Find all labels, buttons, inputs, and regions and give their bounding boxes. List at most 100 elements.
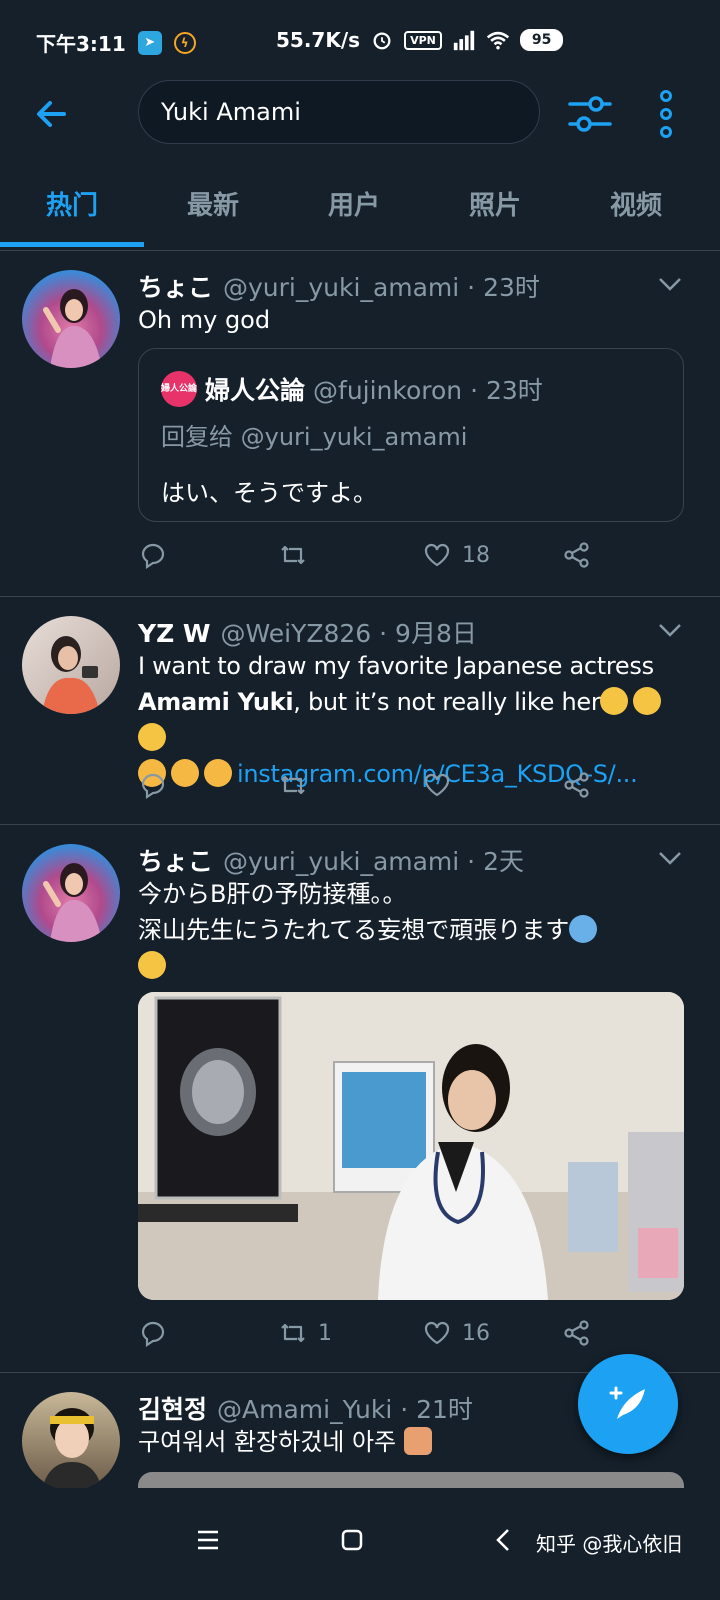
quoted-tweet-text: はい、そうですよ。 <box>161 479 377 507</box>
status-time: 下午3:11 <box>36 32 126 56</box>
compose-tweet-button[interactable] <box>578 1354 678 1454</box>
arrow-left-icon <box>37 101 66 127</box>
doctor-photo <box>138 992 684 1300</box>
person-gesturing-emoji <box>403 1427 432 1455</box>
quoted-tweet[interactable]: 婦人公論 婦人公論 @fujinkoron · 23时 回复给 @yuri_yu… <box>138 348 684 522</box>
author-name[interactable]: YZ W <box>138 619 211 648</box>
tweet-actions <box>138 770 618 810</box>
reply-icon <box>141 1321 165 1348</box>
tab-label: 最新 <box>186 191 239 221</box>
avatar[interactable] <box>22 844 120 942</box>
avatar[interactable] <box>22 1392 120 1488</box>
tweet-actions: 18 <box>138 540 618 580</box>
tab-top[interactable]: 热门 <box>0 170 144 247</box>
more-vertical-icon <box>660 90 672 138</box>
alarm-icon <box>370 28 394 52</box>
author-name[interactable]: 김현정 <box>138 1390 207 1426</box>
share-button[interactable] <box>562 770 592 800</box>
like-icon <box>424 1321 450 1345</box>
like-icon <box>424 543 450 567</box>
author-name[interactable]: ちょこ <box>138 268 213 304</box>
tweet-media-image[interactable] <box>138 1472 684 1488</box>
retweet-icon <box>281 545 305 565</box>
watermark: 知乎 @我心依旧 <box>536 1532 683 1556</box>
telegram-icon: ➤ <box>137 30 162 55</box>
author-handle-time: @WeiYZ826 · 9月8日 <box>220 619 477 648</box>
status-bar: 下午3:11 ➤ ϟ 55.7K/s VPN 95 <box>0 0 720 80</box>
reply-button[interactable] <box>138 770 168 800</box>
tab-people[interactable]: 用户 <box>282 170 426 246</box>
search-header: Yuki Amami <box>0 80 720 150</box>
tweet-header: ちょこ @yuri_yuki_amami · 23时 <box>138 268 540 304</box>
tweet-card[interactable]: YZ W @WeiYZ826 · 9月8日 I want to draw my … <box>0 596 720 825</box>
square-icon <box>341 1529 363 1551</box>
filter-icon <box>568 96 612 132</box>
chevron-down-icon[interactable] <box>656 848 684 868</box>
reply-button[interactable] <box>138 540 168 570</box>
tab-videos[interactable]: 视频 <box>564 170 708 246</box>
back-nav-button[interactable] <box>480 1516 528 1564</box>
chevron-left-icon <box>496 1529 509 1551</box>
retweet-button[interactable] <box>278 770 308 800</box>
tweet-media-image[interactable] <box>138 992 684 1300</box>
menu-icon <box>198 1530 218 1550</box>
avatar[interactable] <box>22 616 120 714</box>
smiling-face-with-hearts-emoji <box>138 951 166 979</box>
share-icon <box>564 542 589 568</box>
home-nav-button[interactable] <box>328 1516 376 1564</box>
tweet-header: YZ W @WeiYZ826 · 9月8日 <box>138 614 477 650</box>
share-button[interactable] <box>562 1318 592 1348</box>
reply-button[interactable] <box>138 1318 168 1348</box>
author-name[interactable]: ちょこ <box>138 842 213 878</box>
tweet-text-part: I want to draw my favorite Japanese actr… <box>138 652 654 680</box>
chevron-down-icon[interactable] <box>656 274 684 294</box>
tab-label: 视频 <box>609 191 662 221</box>
cold-face-emoji <box>569 915 598 943</box>
tab-latest[interactable]: 最新 <box>141 170 285 246</box>
menu-nav-button[interactable] <box>184 1516 232 1564</box>
tweet-text-highlight: Amami Yuki <box>138 688 294 716</box>
woozy-face-emoji <box>138 723 166 751</box>
retweet-icon <box>281 775 305 795</box>
chevron-down-icon[interactable] <box>656 620 684 640</box>
tweet-header: ちょこ @yuri_yuki_amami · 2天 <box>138 842 524 878</box>
compose-icon <box>609 1386 645 1419</box>
search-query: Yuki Amami <box>161 98 301 126</box>
reply-icon <box>141 773 165 800</box>
signal-icon <box>452 28 476 52</box>
share-icon <box>564 1320 589 1346</box>
like-count: 16 <box>462 1320 490 1346</box>
battery-indicator: 95 <box>519 29 564 51</box>
avatar[interactable] <box>22 270 120 368</box>
tweet-card[interactable]: ちょこ @yuri_yuki_amami · 23时 Oh my god 婦人公… <box>0 250 720 597</box>
quoted-author-handle: @fujinkoron · 23时 <box>313 376 543 405</box>
tab-photos[interactable]: 照片 <box>423 170 567 246</box>
share-button[interactable] <box>562 540 592 570</box>
tweet-card[interactable]: ちょこ @yuri_yuki_amami · 2天 今からB肝の予防接種。。 深… <box>0 824 720 1373</box>
quoted-tweet-header: 婦人公論 婦人公論 @fujinkoron · 23时 <box>161 371 543 407</box>
author-handle-time: @yuri_yuki_amami · 2天 <box>223 847 524 876</box>
retweet-button[interactable] <box>278 540 318 570</box>
like-button[interactable]: 16 <box>422 1318 490 1348</box>
search-input[interactable]: Yuki Amami <box>138 80 540 144</box>
retweet-count: 1 <box>318 1320 332 1346</box>
tweet-text-line: 今からB肝の予防接種。。 <box>138 880 407 908</box>
tweet-text-line: 구여워서 환장하겄네 아주 <box>138 1428 397 1456</box>
tweet-text-part: , but it’s not really like her <box>293 688 601 716</box>
retweet-button[interactable]: 1 <box>278 1318 332 1348</box>
network-speed: 55.7K/s <box>276 28 361 52</box>
quoted-avatar: 婦人公論 <box>161 371 197 407</box>
like-button[interactable]: 18 <box>422 540 490 570</box>
search-filter-button[interactable] <box>566 92 614 136</box>
like-button[interactable] <box>422 770 452 800</box>
active-tab-indicator <box>0 242 144 247</box>
tab-label: 热门 <box>45 191 98 221</box>
tab-label: 照片 <box>468 191 521 221</box>
quoted-avatar-text: 婦人公論 <box>161 384 198 394</box>
search-tabs: 热门 最新 用户 照片 视频 <box>0 170 720 251</box>
author-handle-time: @Amami_Yuki · 21时 <box>217 1395 473 1424</box>
back-button[interactable] <box>30 92 74 136</box>
more-options-button[interactable] <box>650 88 682 140</box>
author-handle-time: @yuri_yuki_amami · 23时 <box>223 273 540 302</box>
tweet-text-line: 深山先生にうたれてる妄想で頑張ります <box>138 916 570 944</box>
